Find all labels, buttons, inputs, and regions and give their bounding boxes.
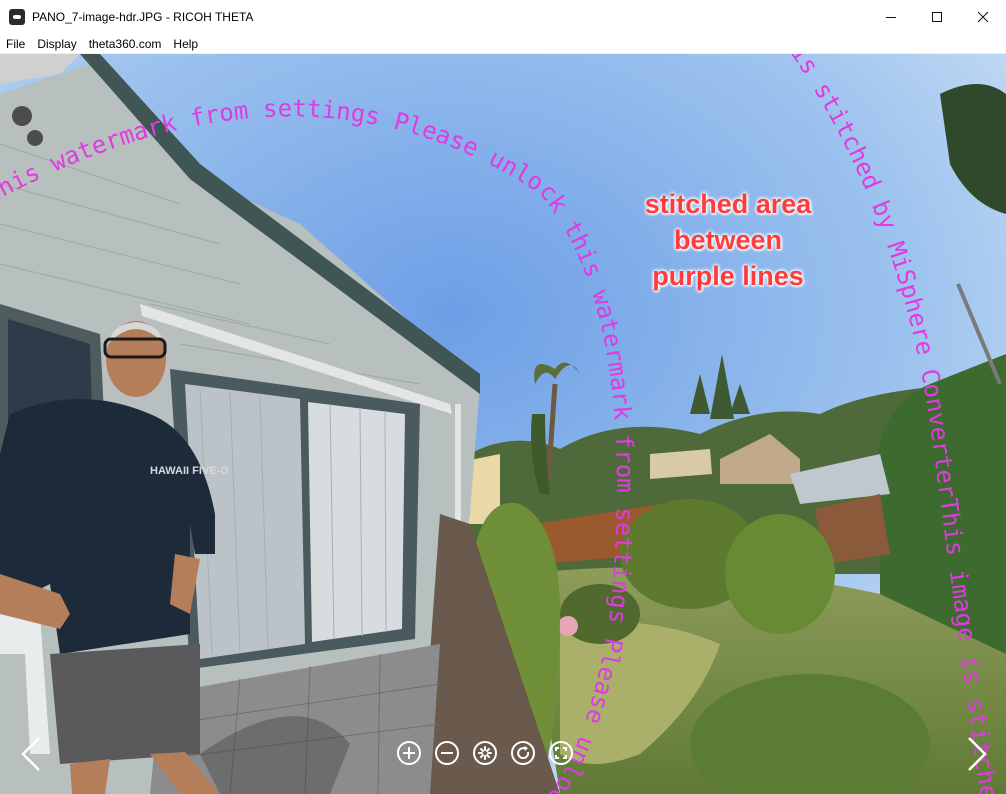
panorama-image: HAWAII FIVE-O this watermark from settin… [0, 54, 1006, 794]
annotation-line: purple lines [652, 261, 804, 291]
auto-rotate-icon [473, 741, 497, 765]
zoom-out-icon [435, 741, 459, 765]
chevron-left-icon [21, 737, 40, 771]
viewer-controls [396, 740, 574, 766]
rotate-button[interactable] [510, 740, 536, 766]
zoom-in-button[interactable] [396, 740, 422, 766]
annotation-line: stitched area [644, 189, 812, 219]
menu-help[interactable]: Help [167, 37, 204, 51]
previous-image-button[interactable] [16, 734, 46, 774]
stitch-annotation: stitched area between purple lines [612, 186, 844, 294]
title-bar: PANO_7-image-hdr.JPG - RICOH THETA [0, 0, 1006, 34]
annotation-line: between [673, 225, 783, 255]
panorama-viewer[interactable]: HAWAII FIVE-O this watermark from settin… [0, 54, 1006, 794]
auto-rotate-button[interactable] [472, 740, 498, 766]
next-image-button[interactable] [962, 734, 992, 774]
shirt-print: HAWAII FIVE-O [150, 465, 229, 477]
zoom-out-button[interactable] [434, 740, 460, 766]
minimize-button[interactable] [868, 0, 914, 34]
menu-display[interactable]: Display [31, 37, 82, 51]
rotate-icon [511, 741, 535, 765]
fullscreen-icon [549, 741, 573, 765]
window-title: PANO_7-image-hdr.JPG - RICOH THETA [32, 10, 254, 24]
chevron-right-icon [968, 737, 987, 771]
minimize-icon [886, 17, 896, 18]
close-button[interactable] [960, 0, 1006, 34]
theta-app-icon [9, 9, 25, 25]
menu-file[interactable]: File [0, 37, 31, 51]
menu-bar: File Display theta360.com Help [0, 34, 1006, 54]
fullscreen-button[interactable] [548, 740, 574, 766]
maximize-button[interactable] [914, 0, 960, 34]
zoom-in-icon [397, 741, 421, 765]
menu-theta360[interactable]: theta360.com [83, 37, 168, 51]
close-icon [977, 11, 989, 23]
maximize-icon [932, 12, 942, 22]
